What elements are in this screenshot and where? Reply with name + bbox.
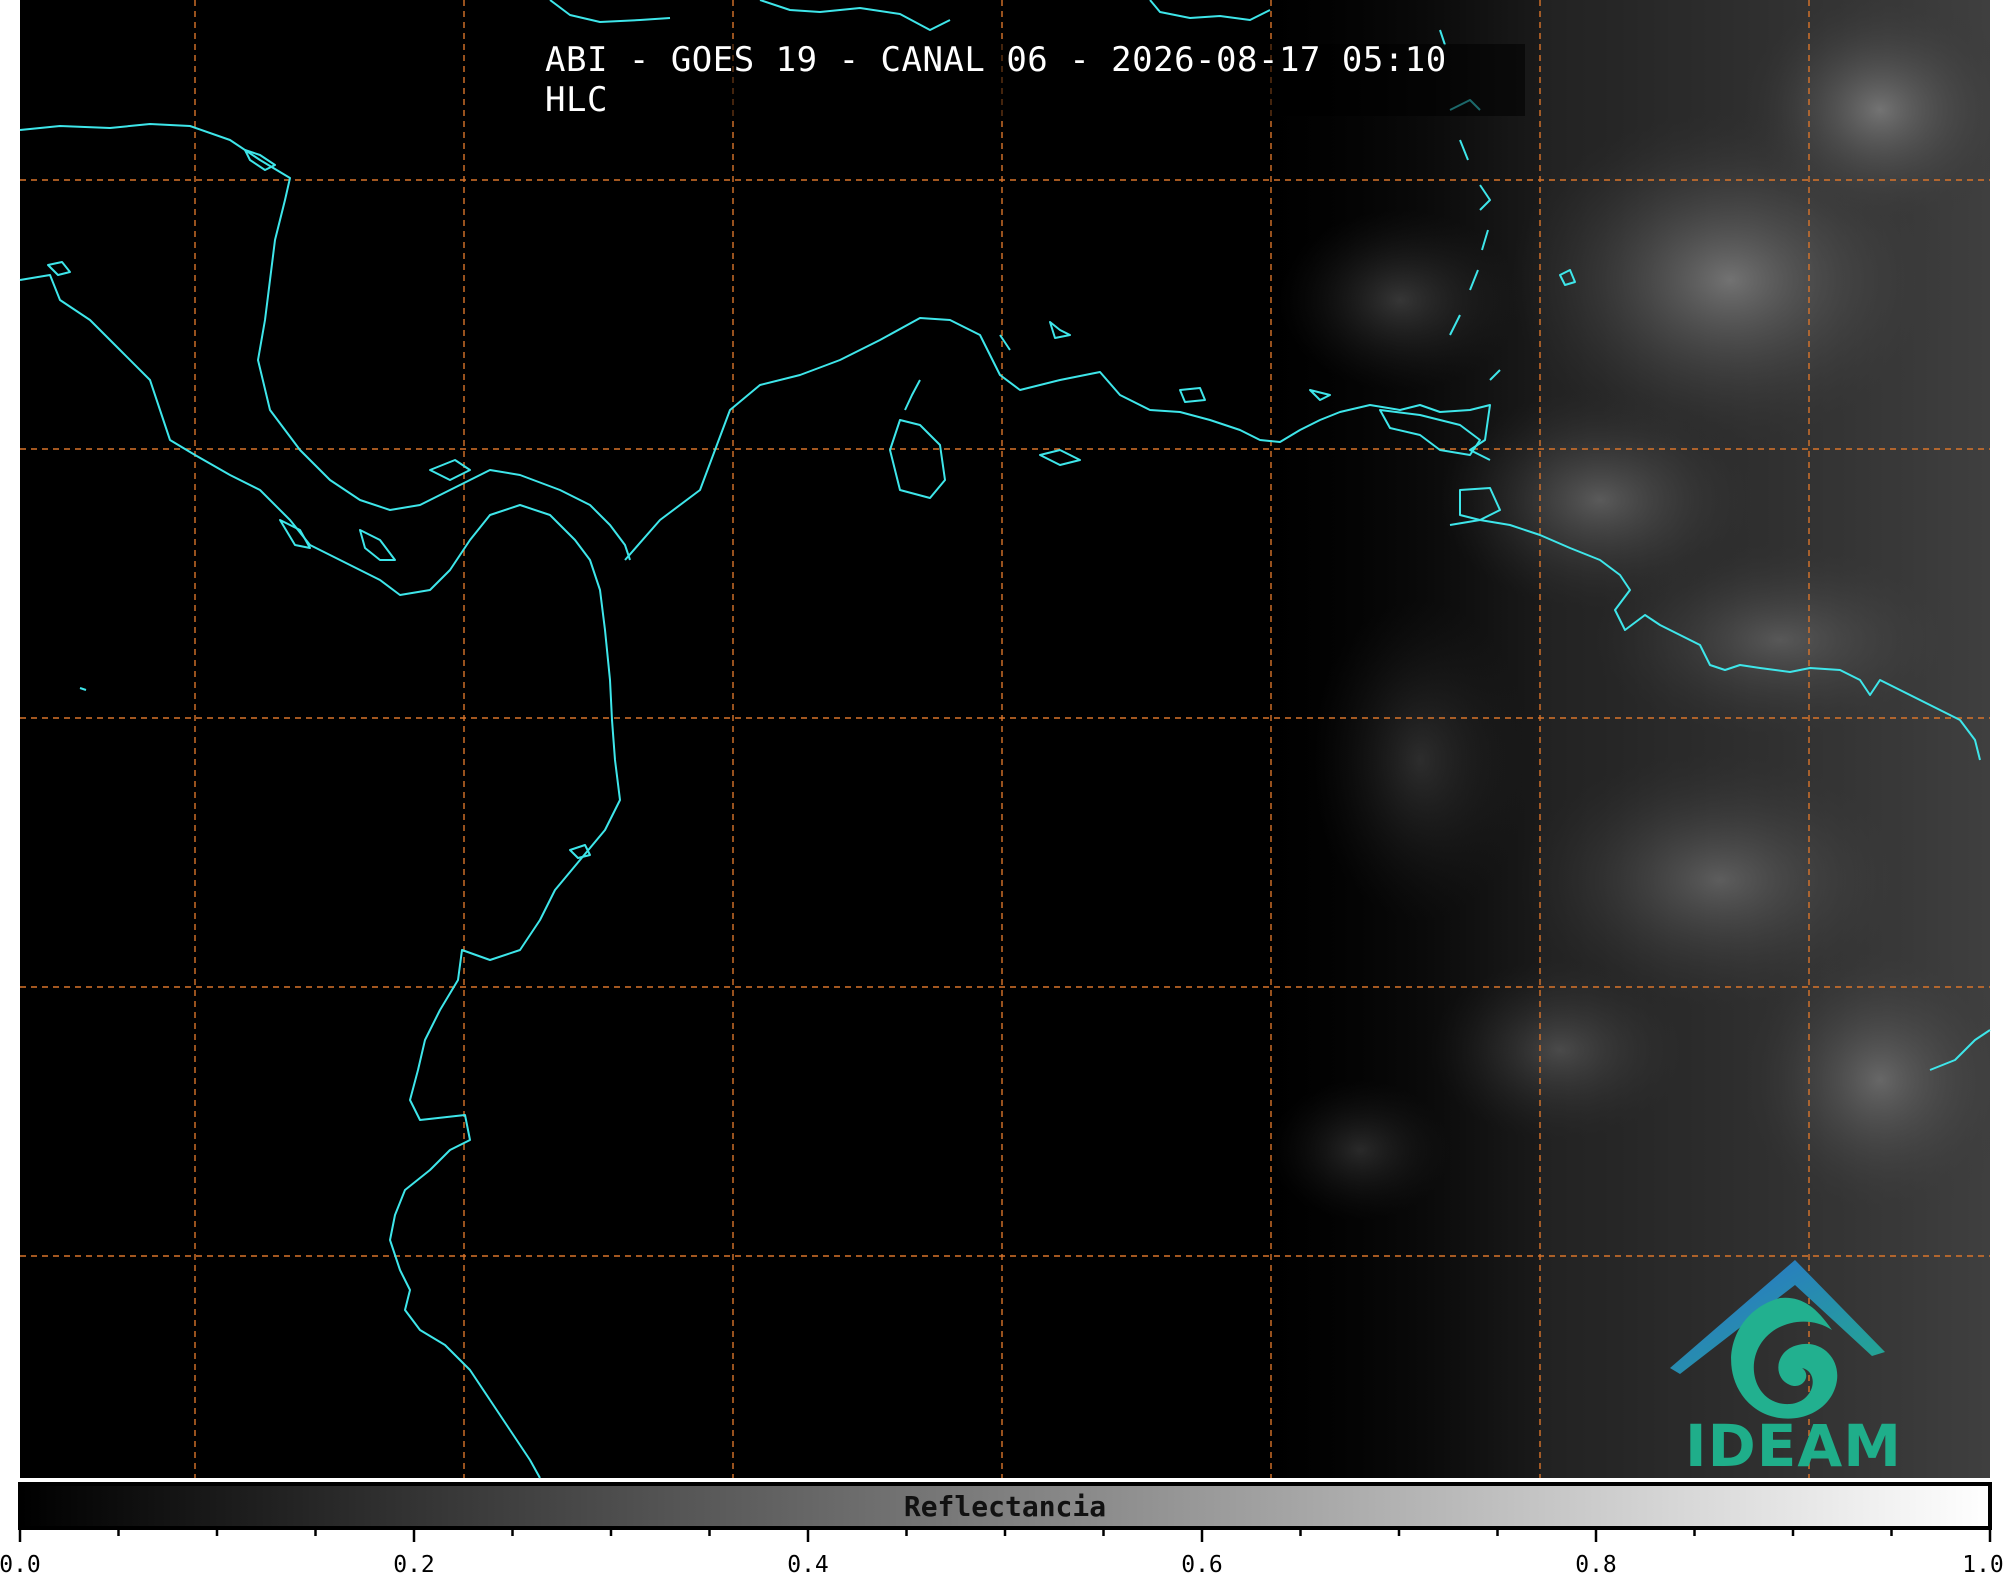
colorbar-ticks (18, 1528, 1992, 1542)
colorbar-tick-label: 0.2 (393, 1552, 435, 1578)
colorbar-tick-label: 0.6 (1181, 1552, 1223, 1578)
logo-text: IDEAM (1685, 1412, 1902, 1480)
colorbar-tick-label: 0.4 (787, 1552, 829, 1578)
colorbar-tick-label: 0.8 (1575, 1552, 1617, 1578)
colorbar-tick-label: 1.0 (1962, 1552, 2004, 1578)
satellite-map (18, 0, 1992, 1542)
colorbar-tick-label: 0.0 (0, 1552, 41, 1578)
map-title: ABI - GOES 19 - CANAL 06 - 2026-08-17 05… (545, 40, 1525, 120)
colorbar-gradient (18, 1482, 1992, 1530)
